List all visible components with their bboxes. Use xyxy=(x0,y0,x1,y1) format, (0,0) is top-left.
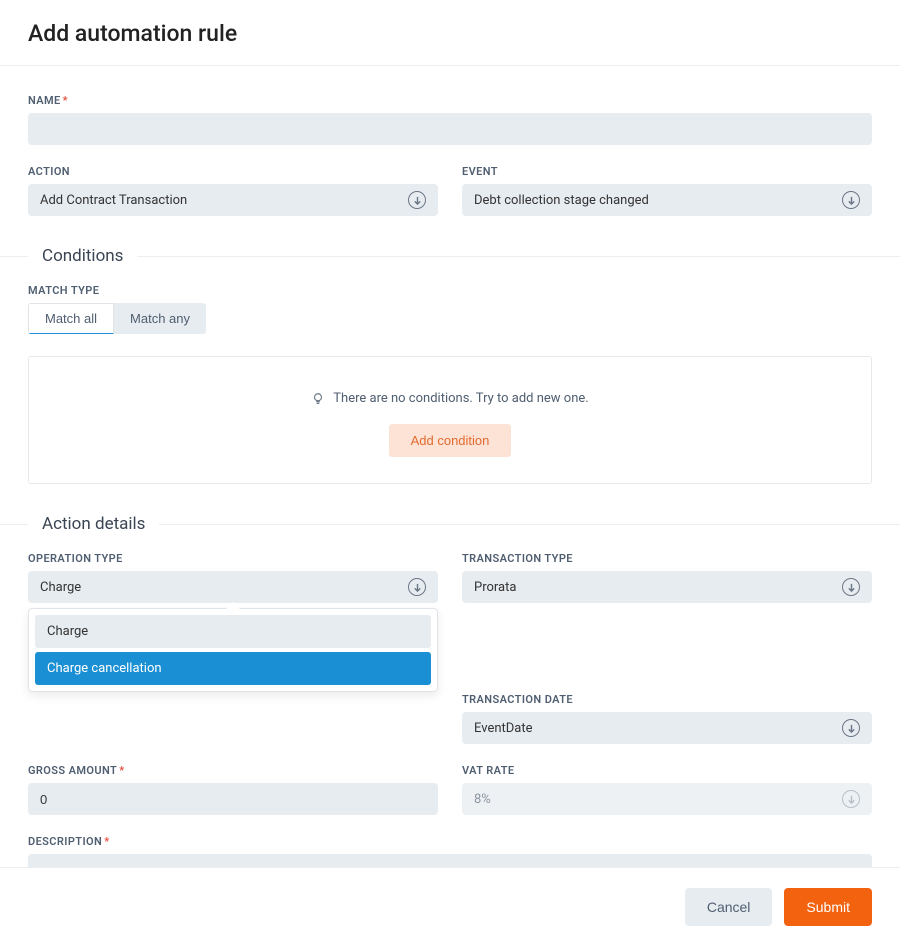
conditions-empty-row: There are no conditions. Try to add new … xyxy=(29,391,871,406)
cancel-button[interactable]: Cancel xyxy=(685,888,773,926)
footer: Cancel Submit xyxy=(0,867,900,946)
name-label-text: NAME xyxy=(28,94,61,107)
action-select-value: Add Contract Transaction xyxy=(40,193,408,208)
action-details-section-header: Action details xyxy=(0,514,900,534)
description-label-text: DESCRIPTION xyxy=(28,835,102,848)
conditions-section-header: Conditions xyxy=(0,246,900,266)
chevron-down-icon xyxy=(842,790,860,808)
transaction-type-value: Prorata xyxy=(474,580,842,595)
description-label: DESCRIPTION* xyxy=(28,835,872,848)
event-label: EVENT xyxy=(462,165,872,178)
operation-type-label: OPERATION TYPE xyxy=(28,552,438,565)
action-details-section-title: Action details xyxy=(42,514,145,534)
conditions-empty-panel: There are no conditions. Try to add new … xyxy=(28,356,872,484)
vat-rate-label: VAT RATE xyxy=(462,764,872,777)
lightbulb-icon xyxy=(311,392,325,406)
transaction-date-select[interactable]: EventDate xyxy=(462,712,872,744)
operation-type-dropdown: Charge Charge cancellation xyxy=(28,608,438,692)
name-input[interactable] xyxy=(28,113,872,145)
transaction-type-label: TRANSACTION TYPE xyxy=(462,552,872,565)
action-label: ACTION xyxy=(28,165,438,178)
transaction-date-value: EventDate xyxy=(474,721,842,736)
action-select[interactable]: Add Contract Transaction xyxy=(28,184,438,216)
match-type-label: MATCH TYPE xyxy=(28,284,872,297)
event-select[interactable]: Debt collection stage changed xyxy=(462,184,872,216)
transaction-date-label: TRANSACTION DATE xyxy=(462,693,872,706)
vat-rate-value: 8% xyxy=(474,792,842,807)
match-all-option[interactable]: Match all xyxy=(28,303,114,334)
operation-type-option-charge[interactable]: Charge xyxy=(35,615,431,648)
conditions-empty-text: There are no conditions. Try to add new … xyxy=(333,391,588,406)
required-mark: * xyxy=(104,835,109,848)
add-condition-button[interactable]: Add condition xyxy=(389,424,512,457)
chevron-down-icon xyxy=(842,719,860,737)
event-select-value: Debt collection stage changed xyxy=(474,193,842,208)
required-mark: * xyxy=(119,764,124,777)
submit-button[interactable]: Submit xyxy=(784,888,872,926)
operation-type-select[interactable]: Charge xyxy=(28,571,438,603)
name-label: NAME* xyxy=(28,94,872,107)
chevron-down-icon xyxy=(408,191,426,209)
operation-type-value: Charge xyxy=(40,580,408,595)
gross-amount-label-text: GROSS AMOUNT xyxy=(28,764,117,777)
chevron-down-icon xyxy=(842,191,860,209)
vat-rate-select[interactable]: 8% xyxy=(462,783,872,815)
gross-amount-input[interactable] xyxy=(28,783,438,815)
match-type-toggle: Match all Match any xyxy=(28,303,206,334)
required-mark: * xyxy=(63,94,68,107)
chevron-down-icon xyxy=(408,578,426,596)
chevron-down-icon xyxy=(842,578,860,596)
transaction-type-select[interactable]: Prorata xyxy=(462,571,872,603)
gross-amount-label: GROSS AMOUNT* xyxy=(28,764,438,777)
conditions-section-title: Conditions xyxy=(42,246,123,266)
page-title: Add automation rule xyxy=(28,20,872,47)
match-any-option[interactable]: Match any xyxy=(114,303,206,334)
operation-type-option-charge-cancellation[interactable]: Charge cancellation xyxy=(35,652,431,685)
